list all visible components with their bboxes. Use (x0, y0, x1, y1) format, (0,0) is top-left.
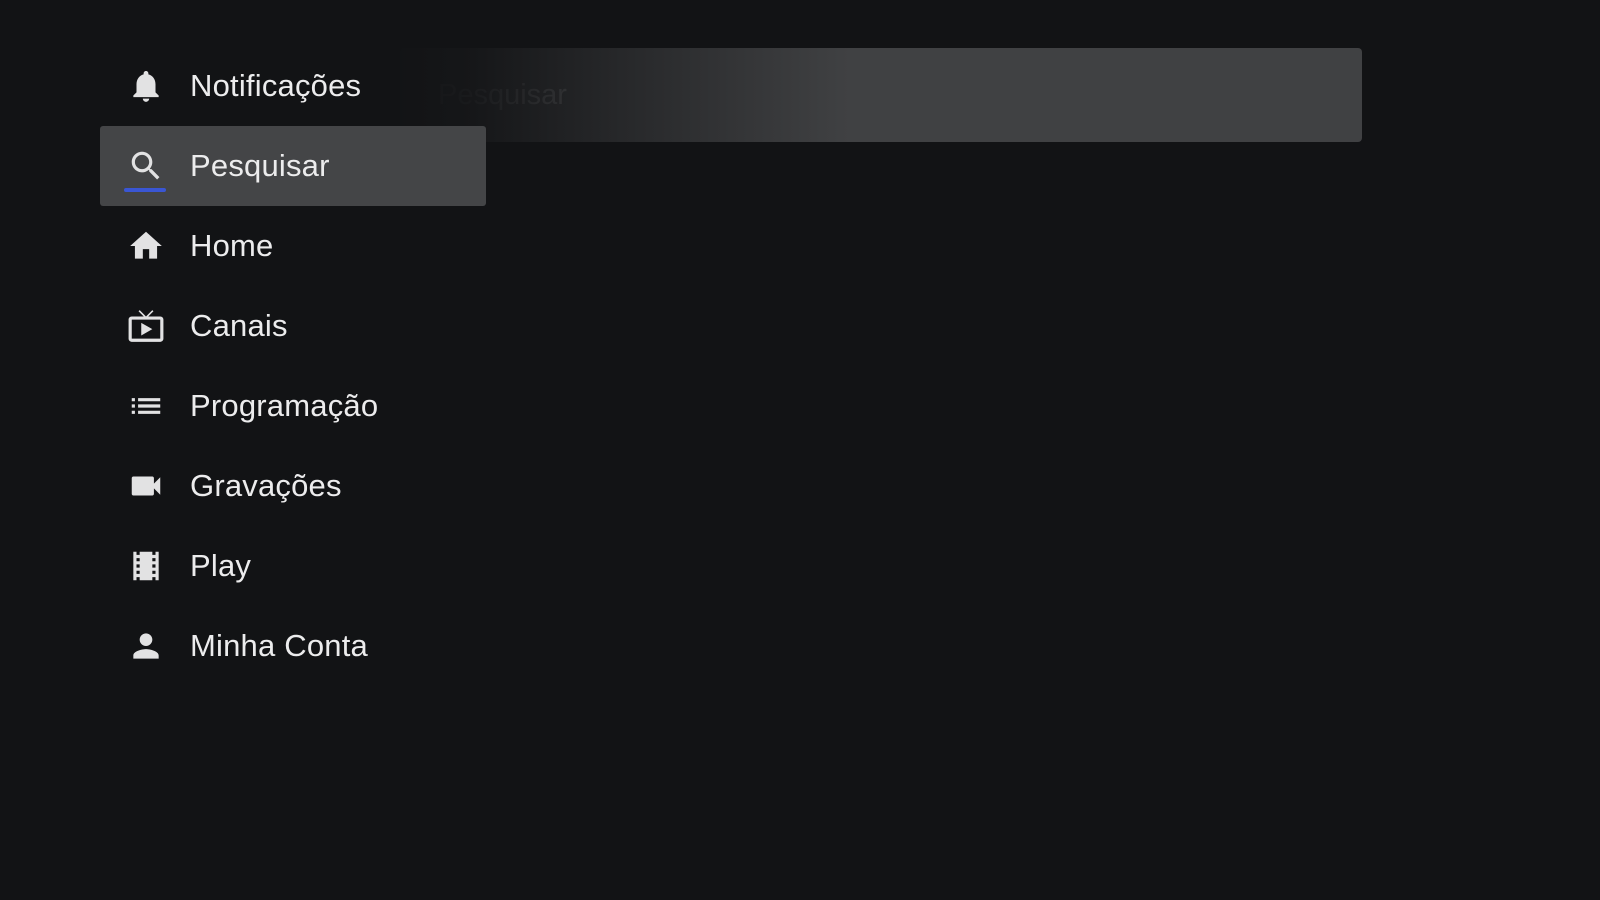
menu-item-label: Notificações (190, 68, 362, 103)
home-icon (124, 224, 168, 268)
menu-item-search[interactable]: Pesquisar (100, 126, 486, 206)
person-icon (124, 624, 168, 668)
menu-item-recordings[interactable]: Gravações (100, 446, 486, 526)
search-bar[interactable]: Pesquisar (400, 48, 1362, 142)
menu-item-label: Play (190, 548, 252, 583)
menu-item-label: Canais (190, 308, 288, 343)
focus-indicator (124, 188, 166, 192)
side-menu: Notificações Pesquisar Home Canais Progr… (100, 46, 486, 686)
menu-item-home[interactable]: Home (100, 206, 486, 286)
list-icon (124, 384, 168, 428)
menu-item-notifications[interactable]: Notificações (100, 46, 486, 126)
tv-icon (124, 304, 168, 348)
menu-item-channels[interactable]: Canais (100, 286, 486, 366)
menu-item-label: Home (190, 228, 274, 263)
film-icon (124, 544, 168, 588)
video-camera-icon (124, 464, 168, 508)
menu-item-account[interactable]: Minha Conta (100, 606, 486, 686)
menu-item-play[interactable]: Play (100, 526, 486, 606)
menu-item-label: Pesquisar (190, 148, 330, 183)
menu-item-schedule[interactable]: Programação (100, 366, 486, 446)
search-icon (124, 144, 168, 188)
menu-item-label: Minha Conta (190, 628, 368, 663)
menu-item-label: Programação (190, 388, 379, 423)
menu-item-label: Gravações (190, 468, 342, 503)
bell-icon (124, 64, 168, 108)
